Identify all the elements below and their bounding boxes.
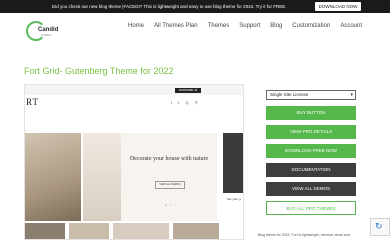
preview-slider-dots: ● ○ ○ (165, 203, 178, 207)
buy-button[interactable]: BUY BUTTON (266, 106, 356, 120)
buy-all-pro-themes-button[interactable]: BUY ALL PRO THEMES (266, 201, 356, 215)
recaptcha-badge[interactable]: ↻ (370, 218, 390, 236)
download-free-button[interactable]: DOWNLOAD FREE NOW (266, 144, 356, 158)
announcement-bar: Did you check our new blog theme |FACEDI… (0, 0, 390, 13)
download-now-button[interactable]: DOWNLOAD NOW (315, 2, 361, 11)
logo[interactable]: Candid THEMES (24, 19, 64, 45)
purchase-sidebar: Single Site License ▾ BUY BUTTON VIEW PR… (266, 90, 358, 215)
logo-name: Candid (38, 27, 59, 33)
recaptcha-icon: ↻ (375, 221, 383, 231)
facebook-icon: f (171, 100, 173, 105)
chevron-down-icon: ▾ (350, 92, 353, 98)
search-icon: ⚲ (194, 100, 198, 105)
license-select-value: Single Site License (270, 92, 309, 97)
view-pro-details-button[interactable]: VIEW PRO DETAILS (266, 125, 356, 139)
twitter-icon: t (178, 100, 180, 105)
preview-topbar: SUBSCRIBE US (25, 85, 243, 95)
nav-support[interactable]: Support (239, 23, 260, 29)
nav-all-themes-plan[interactable]: All Themes Plan (154, 23, 198, 29)
nav-account[interactable]: Account (340, 23, 362, 29)
nav-blog[interactable]: Blog (270, 23, 282, 29)
preview-subscribe: SUBSCRIBE US (175, 88, 201, 93)
theme-preview-image[interactable]: SUBSCRIBE US RT f t ◎ ⚲ Decorate your ho… (24, 84, 244, 240)
nav-home[interactable]: Home (128, 23, 144, 29)
preview-side-text: Set your g (227, 197, 241, 201)
license-select[interactable]: Single Site License ▾ (266, 90, 356, 100)
preview-card-photo (25, 223, 65, 239)
preview-side-photo (223, 133, 243, 193)
preview-social-icons: f t ◎ ⚲ (171, 100, 198, 105)
instagram-icon: ◎ (185, 100, 189, 105)
preview-hero-button: VIEW ALL DEMOS (155, 181, 185, 189)
nav-customization[interactable]: Customization (292, 23, 330, 29)
main-nav: Home All Themes Plan Themes Support Blog… (128, 23, 362, 29)
preview-logo: RT (26, 97, 39, 107)
preview-card-photo (173, 223, 219, 239)
documentation-button[interactable]: DOCUMENTATION (266, 163, 356, 177)
view-all-demos-button[interactable]: VIEW ALL DEMOS (266, 182, 356, 196)
preview-hero-photo (25, 133, 81, 221)
announcement-text: Did you check our new blog theme |FACEDI… (52, 4, 287, 9)
preview-hero-photo-2 (83, 133, 121, 221)
preview-hero-heading: Decorate your house with nature (129, 156, 209, 162)
page-title: Fort Grid- Gutenberg Theme for 2022 (24, 66, 174, 76)
preview-card-photo (113, 223, 169, 239)
preview-hero-panel: Decorate your house with nature VIEW ALL… (121, 133, 217, 221)
site-header: Candid THEMES Home All Themes Plan Theme… (0, 13, 390, 49)
logo-sub: THEMES (41, 34, 52, 37)
nav-themes[interactable]: Themes (208, 23, 230, 29)
preview-card-photo (69, 223, 109, 239)
theme-description: Blog theme for 2022, Fort is lightweight… (258, 233, 350, 237)
